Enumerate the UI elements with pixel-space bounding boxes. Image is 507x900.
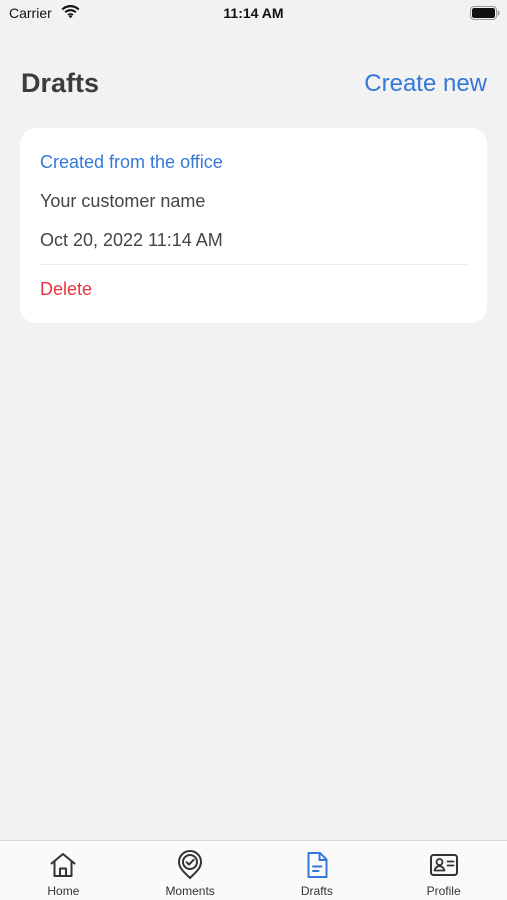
- delete-button[interactable]: Delete: [40, 279, 92, 300]
- page-title: Drafts: [21, 68, 100, 98]
- tab-moments-label: Moments: [165, 884, 215, 898]
- tab-profile-label: Profile: [426, 884, 461, 898]
- draft-customer-name: Your customer name: [40, 191, 206, 211]
- tab-bar: Home Moments Drafts Profile: [0, 840, 507, 900]
- create-new-button[interactable]: Create new: [364, 70, 487, 98]
- draft-card[interactable]: Created from the office Your customer na…: [20, 128, 487, 323]
- location-check-icon: [178, 850, 203, 879]
- tab-profile[interactable]: Profile: [380, 841, 507, 900]
- tab-drafts-label: Drafts: [300, 884, 333, 898]
- id-card-icon: [429, 854, 458, 876]
- tab-drafts[interactable]: Drafts: [254, 841, 381, 900]
- document-icon: [307, 852, 328, 878]
- draft-date: Oct 20, 2022 11:14 AM: [40, 230, 223, 250]
- tab-home[interactable]: Home: [0, 841, 127, 900]
- status-bar: Carrier 11:14 AM: [0, 0, 507, 28]
- tab-moments[interactable]: Moments: [127, 841, 254, 900]
- status-time: 11:14 AM: [223, 5, 284, 21]
- drafts-screen: Carrier 11:14 AM Drafts Create new Creat…: [0, 0, 507, 900]
- card-divider: [40, 264, 467, 265]
- draft-title[interactable]: Created from the office: [40, 152, 223, 173]
- battery-icon: [470, 6, 500, 20]
- tab-home-label: Home: [47, 884, 80, 898]
- home-icon: [50, 853, 76, 877]
